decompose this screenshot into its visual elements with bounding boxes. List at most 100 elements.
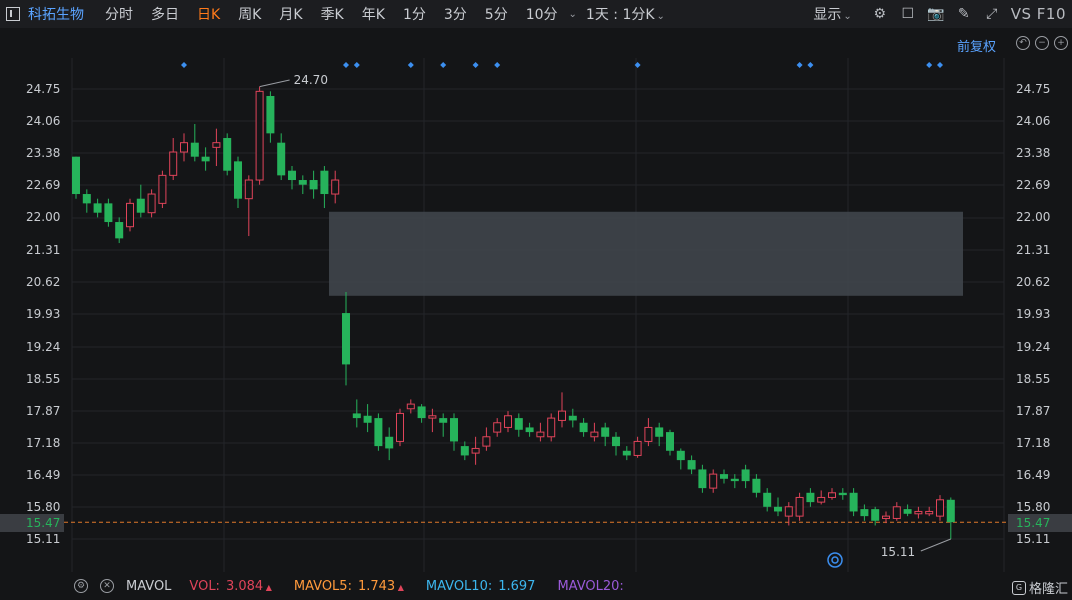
candle-body-down xyxy=(417,406,426,419)
event-marker-icon xyxy=(353,62,360,68)
locate-icon-inner xyxy=(831,556,839,564)
y-tick-right: 19.93 xyxy=(1016,307,1051,321)
candle-body-down xyxy=(774,506,782,512)
indicator-close-icon[interactable]: ✕ xyxy=(100,579,114,593)
indicator-settings-gear-icon[interactable]: ⚙ xyxy=(74,579,88,593)
y-tick-right: 24.06 xyxy=(1016,114,1051,128)
candle-body-up xyxy=(158,174,167,204)
y-tick-left: 16.49 xyxy=(26,468,61,482)
candle-body-down xyxy=(763,492,772,507)
candle-body-up xyxy=(331,179,340,195)
candle-body-down xyxy=(342,313,350,365)
event-marker-icon xyxy=(926,62,933,68)
brand-logo: G 格隆汇 xyxy=(1011,578,1068,597)
y-tick-right: 22.00 xyxy=(1016,210,1051,224)
event-marker-icon xyxy=(796,62,803,68)
candle-body-up xyxy=(892,506,901,519)
candle-body-down xyxy=(860,509,869,517)
candle-body-down xyxy=(687,460,696,470)
candle-body-up xyxy=(925,510,934,515)
indicator-name[interactable]: MAVOL xyxy=(126,579,171,594)
candle-body-down xyxy=(234,161,242,199)
candle-body-up xyxy=(180,142,188,153)
candle-body-up xyxy=(644,426,653,442)
high-leader-line xyxy=(259,79,290,88)
y-tick-left: 21.31 xyxy=(26,243,61,257)
y-tick-left: 15.80 xyxy=(26,500,61,514)
candle-body-down xyxy=(741,469,750,482)
low-price-label: 15.11 xyxy=(881,545,915,559)
candle-body-down xyxy=(450,418,458,442)
y-tick-left: 24.06 xyxy=(26,114,61,128)
y-tick-right: 16.49 xyxy=(1016,468,1051,482)
y-tick-right: 18.55 xyxy=(1016,372,1051,386)
event-marker-icon xyxy=(807,62,814,68)
candle-body-up xyxy=(828,492,836,498)
candle-body-down xyxy=(277,142,286,176)
candle-body-down xyxy=(190,142,199,157)
candle-body-down xyxy=(612,436,620,447)
y-tick-left: 15.11 xyxy=(26,532,61,546)
candle-body-down xyxy=(320,170,329,195)
candle-body-up xyxy=(255,90,264,181)
y-tick-right: 19.24 xyxy=(1016,340,1051,354)
gap-zone xyxy=(329,211,963,296)
candle-body-up xyxy=(493,422,502,433)
candle-body-up xyxy=(169,151,178,176)
candle-body-down xyxy=(903,509,912,514)
candle-body-down xyxy=(72,156,80,195)
candle-body-down xyxy=(460,446,469,456)
candle-body-up xyxy=(428,415,437,419)
candle-body-down xyxy=(871,509,880,521)
candle-body-down xyxy=(201,156,210,162)
mavol20-label: MAVOL20: xyxy=(557,578,624,594)
candle-body-down xyxy=(514,418,523,430)
kline-chart[interactable]: 24.70 15.11 xyxy=(0,0,1072,572)
candle-body-down xyxy=(849,492,858,512)
candle-body-down xyxy=(946,499,955,523)
candle-body-down xyxy=(298,180,307,185)
y-tick-right: 15.11 xyxy=(1016,532,1051,546)
event-marker-icon xyxy=(472,62,479,68)
candle-body-down xyxy=(601,427,610,437)
candle-body-up xyxy=(709,473,718,489)
mavol10-label: MAVOL10: xyxy=(425,578,493,594)
candle-body-down xyxy=(136,198,145,213)
candle-body-up xyxy=(558,410,566,421)
candle-body-up xyxy=(914,510,923,515)
brand-name: 格隆汇 xyxy=(1028,582,1068,597)
y-tick-right: 15.80 xyxy=(1016,500,1051,514)
candle-body-down xyxy=(352,413,361,419)
candle-body-up xyxy=(590,431,599,438)
candle-body-up xyxy=(633,440,642,456)
candle-body-up xyxy=(882,515,890,519)
candle-body-down xyxy=(104,203,113,223)
mavol10-value: 1.697 xyxy=(498,578,536,594)
event-marker-icon xyxy=(937,62,943,68)
y-tick-right: 20.62 xyxy=(1016,275,1051,289)
candle-body-down xyxy=(655,427,664,437)
y-tick-left: 20.62 xyxy=(26,275,61,289)
candle-body-up xyxy=(547,417,556,438)
candle-body-down xyxy=(82,194,91,204)
candle-body-down xyxy=(720,474,728,479)
candle-body-down xyxy=(374,418,383,447)
candle-body-up xyxy=(147,193,156,214)
y-tick-left: 17.18 xyxy=(26,436,61,450)
vol-value: 3.084 xyxy=(226,579,272,594)
event-marker-icon xyxy=(440,62,447,68)
y-tick-right: 23.38 xyxy=(1016,146,1051,160)
candle-body-up xyxy=(784,506,793,517)
candle-body-down xyxy=(730,478,739,482)
y-tick-left: 18.55 xyxy=(26,372,61,386)
candle-body-down xyxy=(838,492,847,496)
high-price-label: 24.70 xyxy=(294,73,328,87)
y-tick-left: 19.24 xyxy=(26,340,61,354)
candle-body-down xyxy=(752,478,761,493)
candle-body-down xyxy=(666,432,674,451)
candle-body-up xyxy=(244,179,253,200)
candle-body-down xyxy=(676,450,685,461)
candle-body-down xyxy=(266,96,275,134)
brand-logo-icon: G xyxy=(1011,580,1026,595)
current-price-tag-left: 15.47 xyxy=(0,514,64,532)
